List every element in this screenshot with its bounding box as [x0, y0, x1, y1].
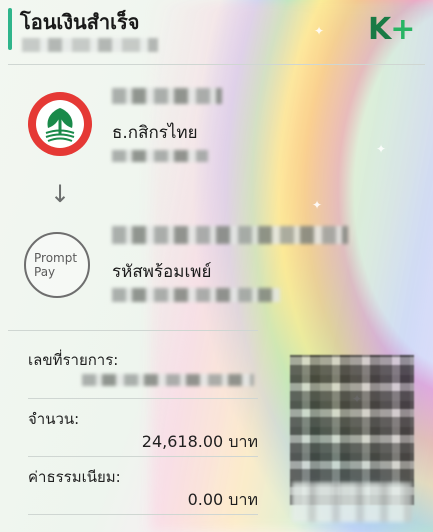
- kplus-logo-plus: +: [390, 12, 415, 47]
- sparkle-icon: ✦: [314, 24, 325, 38]
- title-accent-bar: [8, 8, 12, 50]
- kasikorn-bank-icon: [28, 92, 92, 156]
- sparkle-icon: ✦: [376, 142, 387, 156]
- sender-bank-name: ธ.กสิกรไทย: [112, 123, 198, 143]
- promptpay-logo-line2: Pay: [34, 265, 56, 279]
- promptpay-icon: Prompt Pay: [24, 232, 90, 298]
- sender-name-redacted: [112, 88, 222, 104]
- header-divider: [8, 64, 425, 65]
- fee-label: ค่าธรรมเนียม:: [28, 468, 121, 486]
- sparkle-icon: ✦: [312, 198, 323, 212]
- amount-value: 24,618.00 บาท: [141, 432, 258, 451]
- amount-divider: [28, 456, 258, 457]
- receiver-name-redacted: [112, 226, 348, 244]
- kplus-logo-k: K: [368, 12, 391, 47]
- details-divider: [8, 330, 258, 331]
- sender-account-redacted: [112, 150, 208, 162]
- reference-label: เลขที่รายการ:: [28, 351, 119, 369]
- qr-caption-redacted: [292, 482, 412, 522]
- transfer-slip: ✦ ✦ ✦ ✦ โอนเงินสำเร็จ K+ ธ.กสิกรไทย ↓ Pr…: [0, 0, 433, 532]
- kplus-logo: K+: [368, 12, 415, 47]
- fee-value: 0.00 บาท: [187, 490, 258, 509]
- arrow-down-icon: ↓: [50, 180, 71, 208]
- promptpay-logo-line1: Prompt: [34, 251, 78, 265]
- amount-label: จำนวน:: [28, 410, 80, 428]
- reference-number-redacted: [82, 374, 254, 386]
- transaction-datetime-redacted: [22, 38, 158, 52]
- fee-divider: [28, 514, 258, 515]
- page-title: โอนเงินสำเร็จ: [20, 10, 140, 34]
- receiver-account-redacted: [112, 288, 280, 302]
- receiver-account-type: รหัสพร้อมเพย์: [112, 262, 212, 282]
- reference-divider: [28, 398, 258, 399]
- kasikorn-leaf-icon: [45, 108, 75, 142]
